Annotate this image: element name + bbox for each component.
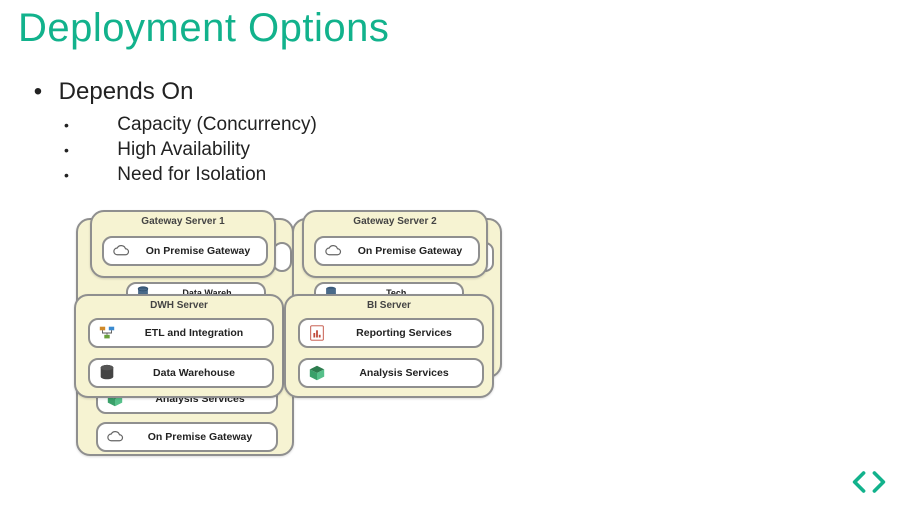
pill-etl-integration: ETL and Integration [88, 318, 274, 348]
sub-bullet-3: • Need for Isolation [64, 164, 266, 186]
pill-label: Analysis Services [334, 367, 474, 379]
pill-on-premise-gateway-2: On Premise Gateway [314, 236, 480, 266]
report-icon [308, 324, 326, 342]
pill-label: ETL and Integration [124, 327, 264, 339]
card-title: Gateway Server 1 [92, 212, 274, 227]
database-icon [98, 364, 116, 382]
card-bi-server: BI Server Reporting Services Analysis Se… [284, 294, 494, 398]
bullet-dot: • [64, 114, 112, 136]
card-title: Gateway Server 2 [304, 212, 486, 227]
pill-analysis-services: Analysis Services [298, 358, 484, 388]
sub-bullet-text: Capacity (Concurrency) [117, 114, 317, 136]
architecture-diagram: Analysis Services On Premise Gateway Gat… [70, 210, 630, 480]
slide-title: Deployment Options [18, 6, 389, 51]
card-gateway-server-1: Gateway Server 1 On Premise Gateway [90, 210, 276, 278]
bullet-dot: • [64, 139, 112, 161]
etl-icon [98, 324, 116, 342]
sub-bullet-text: High Availability [117, 139, 250, 161]
pill-data-warehouse: Data Warehouse [88, 358, 274, 388]
slide: Deployment Options • Depends On • Capaci… [0, 0, 907, 510]
pill-on-premise-gateway-bottom: On Premise Gateway [96, 422, 278, 452]
sub-bullet-2: • High Availability [64, 139, 250, 161]
sub-bullet-text: Need for Isolation [117, 164, 266, 186]
sub-bullet-1: • Capacity (Concurrency) [64, 114, 317, 136]
cloud-icon [324, 242, 342, 260]
cloud-icon [106, 428, 124, 446]
card-title: DWH Server [76, 296, 282, 311]
pill-label: Data Warehouse [124, 367, 264, 379]
cloud-icon [112, 242, 130, 260]
pill-label: On Premise Gateway [132, 431, 268, 443]
pill-reporting-services: Reporting Services [298, 318, 484, 348]
pill-label: Reporting Services [334, 327, 474, 339]
bullet-text: Depends On [59, 78, 194, 106]
card-title: BI Server [286, 296, 492, 311]
pill-label: On Premise Gateway [350, 245, 470, 257]
pill-label: On Premise Gateway [138, 245, 258, 257]
card-gateway-server-2: Gateway Server 2 On Premise Gateway [302, 210, 488, 278]
cube-icon [308, 364, 326, 382]
bullet-dot: • [24, 78, 52, 106]
bullet-dot: • [64, 164, 112, 186]
card-dwh-server: DWH Server ETL and Integration Data Ware… [74, 294, 284, 398]
pill-on-premise-gateway-1: On Premise Gateway [102, 236, 268, 266]
logo-code-brackets [851, 468, 887, 496]
bullet-level1: • Depends On [24, 78, 193, 106]
